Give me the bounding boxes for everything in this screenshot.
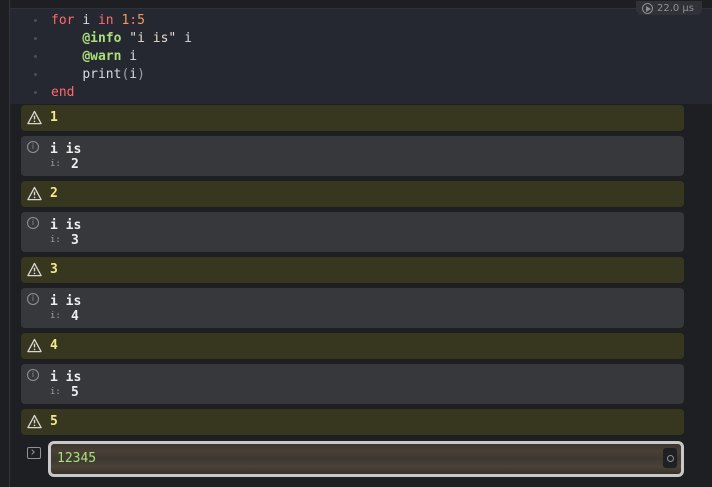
info-value: 2: [71, 157, 79, 172]
warn-message: 5: [50, 414, 58, 429]
info-log-row: i i is i: 3: [21, 212, 684, 252]
code-token: i: [176, 30, 192, 46]
line-marker: [34, 72, 37, 76]
warning-icon: [27, 186, 42, 201]
code-text: @info "i is" i: [51, 31, 192, 46]
info-key: i:: [50, 159, 61, 169]
code-token: print: [82, 66, 122, 82]
code-token: @info: [82, 30, 122, 46]
code-text: end: [51, 85, 74, 100]
terminal-icon: [27, 447, 41, 459]
warn-log-row: 5: [21, 409, 684, 435]
code-token: @warn: [82, 48, 122, 64]
code-text: print(i): [51, 67, 145, 82]
stdout-output: 12345: [21, 441, 684, 477]
warn-log-row: 4: [21, 333, 684, 359]
line-marker: [34, 18, 37, 22]
code-token: i: [129, 66, 138, 82]
code-token: 5: [137, 12, 145, 28]
copy-icon[interactable]: [663, 448, 677, 468]
info-icon: i: [27, 293, 39, 305]
line-marker: [34, 36, 37, 40]
info-value: 4: [71, 309, 79, 324]
code-token: in: [97, 12, 114, 28]
warning-icon: [27, 262, 42, 277]
code-text: @warn i: [51, 49, 137, 64]
info-message: i is: [50, 142, 82, 157]
play-icon: [641, 2, 653, 14]
code-token: ): [137, 66, 145, 82]
warn-message: 4: [50, 338, 58, 353]
stdout-inner: 12345: [51, 444, 681, 474]
warn-message: 3: [50, 262, 58, 277]
code-token: for: [51, 12, 75, 28]
info-message: i is: [50, 218, 82, 233]
info-key: i:: [50, 235, 61, 245]
stdout-box[interactable]: 12345: [48, 441, 684, 477]
code-token: "i is": [129, 30, 177, 46]
info-log-row: i i is i: 5: [21, 364, 684, 404]
info-message: i is: [50, 294, 82, 309]
warn-message: 2: [50, 186, 58, 201]
warn-log-row: 3: [21, 257, 684, 283]
warning-icon: [27, 338, 42, 353]
code-editor[interactable]: 22.0 μs for i in 1:5 @info "i is" i @war…: [10, 1, 712, 104]
line-marker: [34, 90, 37, 94]
warning-icon: [27, 414, 42, 429]
runtime-badge[interactable]: 22.0 μs: [635, 1, 702, 15]
info-value: 3: [71, 233, 79, 248]
info-value: 5: [71, 385, 79, 400]
code-token: :: [129, 12, 138, 28]
code-text: for i in 1:5: [51, 13, 145, 28]
code-token: i: [82, 12, 91, 28]
info-message: i is: [50, 370, 82, 385]
info-log-row: i i is i: 4: [21, 288, 684, 328]
info-icon: i: [27, 217, 39, 229]
runtime-label: 22.0 μs: [656, 2, 694, 14]
warn-message: 1: [50, 110, 58, 125]
info-icon: i: [27, 141, 39, 153]
stdout-text: 12345: [57, 451, 97, 466]
warn-log-row: 1: [21, 105, 684, 131]
info-key: i:: [50, 311, 61, 321]
code-token: end: [51, 84, 75, 100]
notebook-cell: 22.0 μs for i in 1:5 @info "i is" i @war…: [0, 0, 712, 487]
warning-icon: [27, 110, 42, 125]
warn-log-row: 2: [21, 181, 684, 207]
info-icon: i: [27, 369, 39, 381]
info-key: i:: [50, 387, 61, 397]
info-log-row: i i is i: 2: [21, 136, 684, 176]
line-marker: [34, 54, 37, 58]
code-token: i: [121, 48, 138, 64]
